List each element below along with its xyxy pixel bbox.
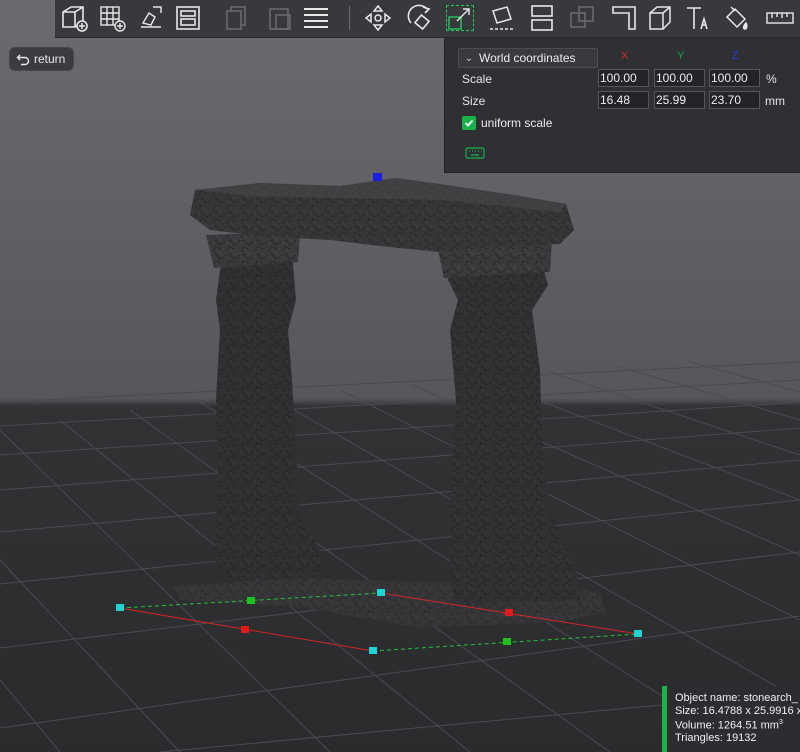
size-row-label: Size (462, 94, 486, 108)
scale-panel: ⌄ World coordinates X Y Z Scale 100.00 1… (444, 38, 800, 173)
copy-icon[interactable] (219, 2, 253, 34)
axis-x-label: X (621, 50, 629, 62)
move-icon[interactable] (361, 2, 395, 34)
list-icon[interactable] (299, 2, 333, 34)
size-y-input[interactable]: 25.99 (654, 91, 705, 109)
scale-x-input[interactable]: 100.00 (598, 69, 649, 87)
object-info-panel: Object name: stonearch_ Size: 16.4788 x … (662, 686, 800, 752)
split-icon[interactable] (525, 2, 559, 34)
paste-icon[interactable] (263, 2, 297, 34)
object-volume: Volume: 1264.51 mm3 (675, 719, 783, 732)
object-triangles: Triangles: 19132 (675, 732, 757, 745)
size-unit: mm (765, 94, 785, 108)
axis-z-label: Z (732, 50, 739, 62)
undo-arrow-icon (16, 54, 30, 66)
object-name: Object name: stonearch_ (675, 692, 798, 704)
measure-icon[interactable] (763, 2, 797, 34)
object-size: Size: 16.4788 x 25.9916 x (675, 704, 800, 717)
scale-handle-y[interactable] (503, 638, 511, 645)
add-plate-icon[interactable] (95, 2, 129, 34)
return-button[interactable]: return (9, 47, 75, 71)
return-label: return (34, 52, 66, 66)
coordinate-system-dropdown[interactable]: ⌄ World coordinates (458, 48, 598, 68)
scale-handle-y[interactable] (247, 597, 255, 604)
axis-y-label: Y (677, 50, 685, 62)
keyboard-icon[interactable] (465, 146, 485, 160)
scale-handle-x[interactable] (241, 626, 249, 633)
uniform-scale-label: uniform scale (481, 116, 553, 130)
auto-arrange-icon[interactable] (133, 2, 167, 34)
text-icon[interactable] (681, 2, 715, 34)
scale-handle-x[interactable] (505, 609, 513, 616)
cube-icon[interactable] (643, 2, 677, 34)
main-toolbar (55, 0, 800, 38)
layout-icon[interactable] (171, 2, 205, 34)
cut-icon[interactable] (565, 2, 599, 34)
scale-handle[interactable] (369, 647, 377, 654)
scale-icon[interactable] (443, 2, 477, 34)
add-model-icon[interactable] (57, 2, 91, 34)
uniform-scale-checkbox[interactable] (462, 116, 476, 130)
size-x-input[interactable]: 16.48 (598, 91, 649, 109)
lay-flat-icon[interactable] (485, 2, 519, 34)
scale-handle[interactable] (116, 604, 124, 611)
scale-handle-z[interactable] (373, 173, 382, 181)
scale-y-input[interactable]: 100.00 (654, 69, 705, 87)
support-icon[interactable] (607, 2, 641, 34)
chevron-down-icon: ⌄ (464, 52, 474, 64)
scale-unit: % (766, 72, 777, 86)
scale-row-label: Scale (462, 72, 493, 86)
size-z-input[interactable]: 23.70 (709, 91, 760, 109)
rotate-icon[interactable] (403, 2, 437, 34)
scale-handle[interactable] (634, 630, 642, 637)
paint-icon[interactable] (719, 2, 753, 34)
scale-z-input[interactable]: 100.00 (709, 69, 760, 87)
check-icon (464, 119, 474, 127)
coordinate-system-value: World coordinates (479, 51, 576, 65)
scale-handle[interactable] (377, 589, 385, 596)
